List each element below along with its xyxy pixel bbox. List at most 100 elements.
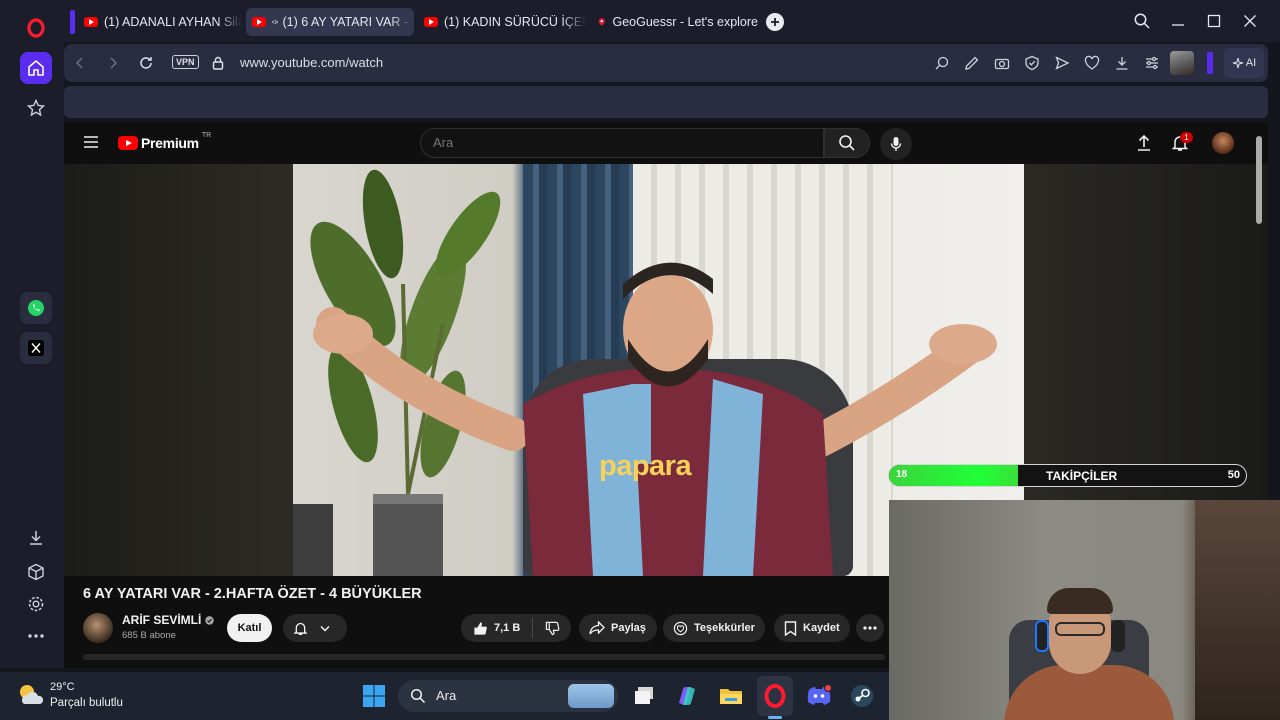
youtube-search-button[interactable] <box>824 128 870 158</box>
thanks-label: Teşekkürler <box>694 622 755 634</box>
speaker-audio-icon[interactable] <box>272 15 278 29</box>
chevron-down-icon <box>320 625 330 632</box>
account-avatar[interactable] <box>1212 132 1234 154</box>
youtube-search-input[interactable] <box>433 135 813 150</box>
share-button[interactable]: Paylaş <box>579 614 657 642</box>
tab-adanali-ayhan[interactable]: (1) ADANALI AYHAN Silahl <box>78 8 242 36</box>
tab-kadin-surucu[interactable]: (1) KADIN SÜRÜCÜ İÇERİK <box>418 8 586 36</box>
youtube-premium-logo[interactable]: Premium TR <box>118 131 212 151</box>
shield-icon[interactable] <box>1024 55 1040 71</box>
video-title: 6 AY YATARI VAR - 2.HAFTA ÖZET - 4 BÜYÜK… <box>83 586 422 602</box>
thumbs-up-icon[interactable] <box>473 621 488 636</box>
minimize-icon[interactable] <box>1169 12 1187 30</box>
tab-geoguessr[interactable]: GeoGuessr - Let's explore <box>592 8 764 36</box>
address-bar: VPN www.youtube.com/watch AI <box>64 44 1268 82</box>
channel-name[interactable]: ARİF SEVİMLİ <box>122 613 201 627</box>
more-actions-button[interactable] <box>856 614 884 642</box>
taskbar-search[interactable]: Ara <box>398 680 618 712</box>
taskbar-search-icon <box>410 688 426 704</box>
subscription-bell-button[interactable] <box>283 614 347 642</box>
thanks-button[interactable]: Teşekkürler <box>663 614 765 642</box>
share-arrow-icon <box>589 621 605 635</box>
tab-search-icon[interactable] <box>1133 12 1151 30</box>
subscriber-count: 685 B abone <box>122 630 176 641</box>
profile-avatar[interactable] <box>1170 51 1194 75</box>
ai-label: AI <box>1245 57 1257 69</box>
streamer-hair <box>1047 588 1113 614</box>
save-button[interactable]: Kaydet <box>774 614 850 642</box>
thumbs-down-icon[interactable] <box>545 621 560 636</box>
region-code: TR <box>201 131 212 139</box>
steam-icon[interactable] <box>848 682 876 710</box>
like-count[interactable]: 7,1 B <box>494 622 520 634</box>
search-highlight-thumbnail <box>568 684 614 708</box>
weather-description[interactable]: Parçalı bulutlu <box>50 697 123 709</box>
maximize-icon[interactable] <box>1205 12 1223 30</box>
send-flow-icon[interactable] <box>1054 55 1070 71</box>
opera-logo-icon[interactable] <box>20 12 52 44</box>
youtube-favicon-icon <box>252 17 266 27</box>
back-icon[interactable] <box>72 55 88 71</box>
notification-count-badge: 1 <box>1180 132 1193 143</box>
sidebar-toggle-marker[interactable] <box>1207 52 1213 74</box>
weather-temperature[interactable]: 29°C <box>50 681 75 693</box>
channel-name-row[interactable]: ARİF SEVİMLİ <box>122 613 215 627</box>
youtube-favicon-icon <box>424 17 438 27</box>
headset-left <box>1035 620 1049 652</box>
opera-running-indicator <box>768 716 782 719</box>
vpn-badge[interactable]: VPN <box>172 55 199 69</box>
bookshelf <box>1195 500 1280 720</box>
windows-taskbar: 29°C Parçalı bulutlu Ara <box>0 672 889 720</box>
opera-taskbar-icon[interactable] <box>761 682 789 710</box>
tab-6-ay-yatari-var[interactable]: (1) 6 AY YATARI VAR - <box>246 8 414 36</box>
voice-search-button[interactable] <box>880 128 912 160</box>
follower-goal-bar: 18 TAKİPÇİLER 50 <box>888 464 1247 487</box>
channel-avatar[interactable] <box>83 613 113 643</box>
reload-icon[interactable] <box>138 55 154 71</box>
snapshot-camera-icon[interactable] <box>994 55 1010 71</box>
edit-icon[interactable] <box>964 55 980 71</box>
extensions-cube-icon[interactable] <box>20 556 52 588</box>
new-tab-button[interactable] <box>766 13 784 31</box>
windows-start-icon[interactable] <box>362 684 386 708</box>
file-explorer-icon[interactable] <box>717 682 745 710</box>
webcam-overlay <box>889 500 1280 720</box>
upload-icon[interactable] <box>1136 134 1152 152</box>
aria-ai-button[interactable]: AI <box>1224 48 1264 78</box>
lock-icon[interactable] <box>210 55 226 71</box>
settings-gear-icon[interactable] <box>20 588 52 620</box>
hamburger-menu-icon[interactable] <box>83 135 99 149</box>
description-box-edge <box>83 654 885 660</box>
heart-icon[interactable] <box>1084 55 1100 71</box>
downloads-icon[interactable] <box>20 522 52 554</box>
download-icon[interactable] <box>1114 55 1130 71</box>
forward-icon[interactable] <box>105 55 121 71</box>
headset-right <box>1111 620 1125 652</box>
more-horizontal-icon <box>863 626 877 630</box>
close-window-icon[interactable] <box>1241 12 1259 30</box>
discord-icon[interactable] <box>805 682 833 710</box>
join-button[interactable]: Katıl <box>227 614 272 642</box>
microphone-icon <box>890 137 902 151</box>
youtube-favicon-icon <box>84 17 98 27</box>
jersey-sponsor-text: papara <box>599 450 692 482</box>
pinboard-icon[interactable] <box>20 92 52 124</box>
task-view-icon[interactable] <box>630 682 658 710</box>
logo-text: Premium <box>141 135 199 151</box>
page-scrollbar-thumb[interactable] <box>1256 136 1262 224</box>
more-options-icon[interactable] <box>20 620 52 652</box>
ai-sparkle-icon <box>1232 57 1243 69</box>
follower-goal-target: 50 <box>1227 469 1240 481</box>
follower-goal-label: TAKİPÇİLER <box>1046 469 1118 483</box>
youtube-play-logo-icon <box>118 136 138 150</box>
search-in-page-icon[interactable] <box>934 55 950 71</box>
whatsapp-icon[interactable] <box>20 292 52 324</box>
weather-partly-cloudy-icon[interactable] <box>16 682 46 708</box>
save-label: Kaydet <box>803 622 840 634</box>
copilot-icon[interactable] <box>673 682 701 710</box>
url-text[interactable]: www.youtube.com/watch <box>240 55 383 70</box>
easy-setup-icon[interactable] <box>1144 55 1160 71</box>
x-twitter-icon[interactable] <box>20 332 52 364</box>
home-icon[interactable] <box>20 52 52 84</box>
follower-goal-fill <box>889 465 1018 486</box>
